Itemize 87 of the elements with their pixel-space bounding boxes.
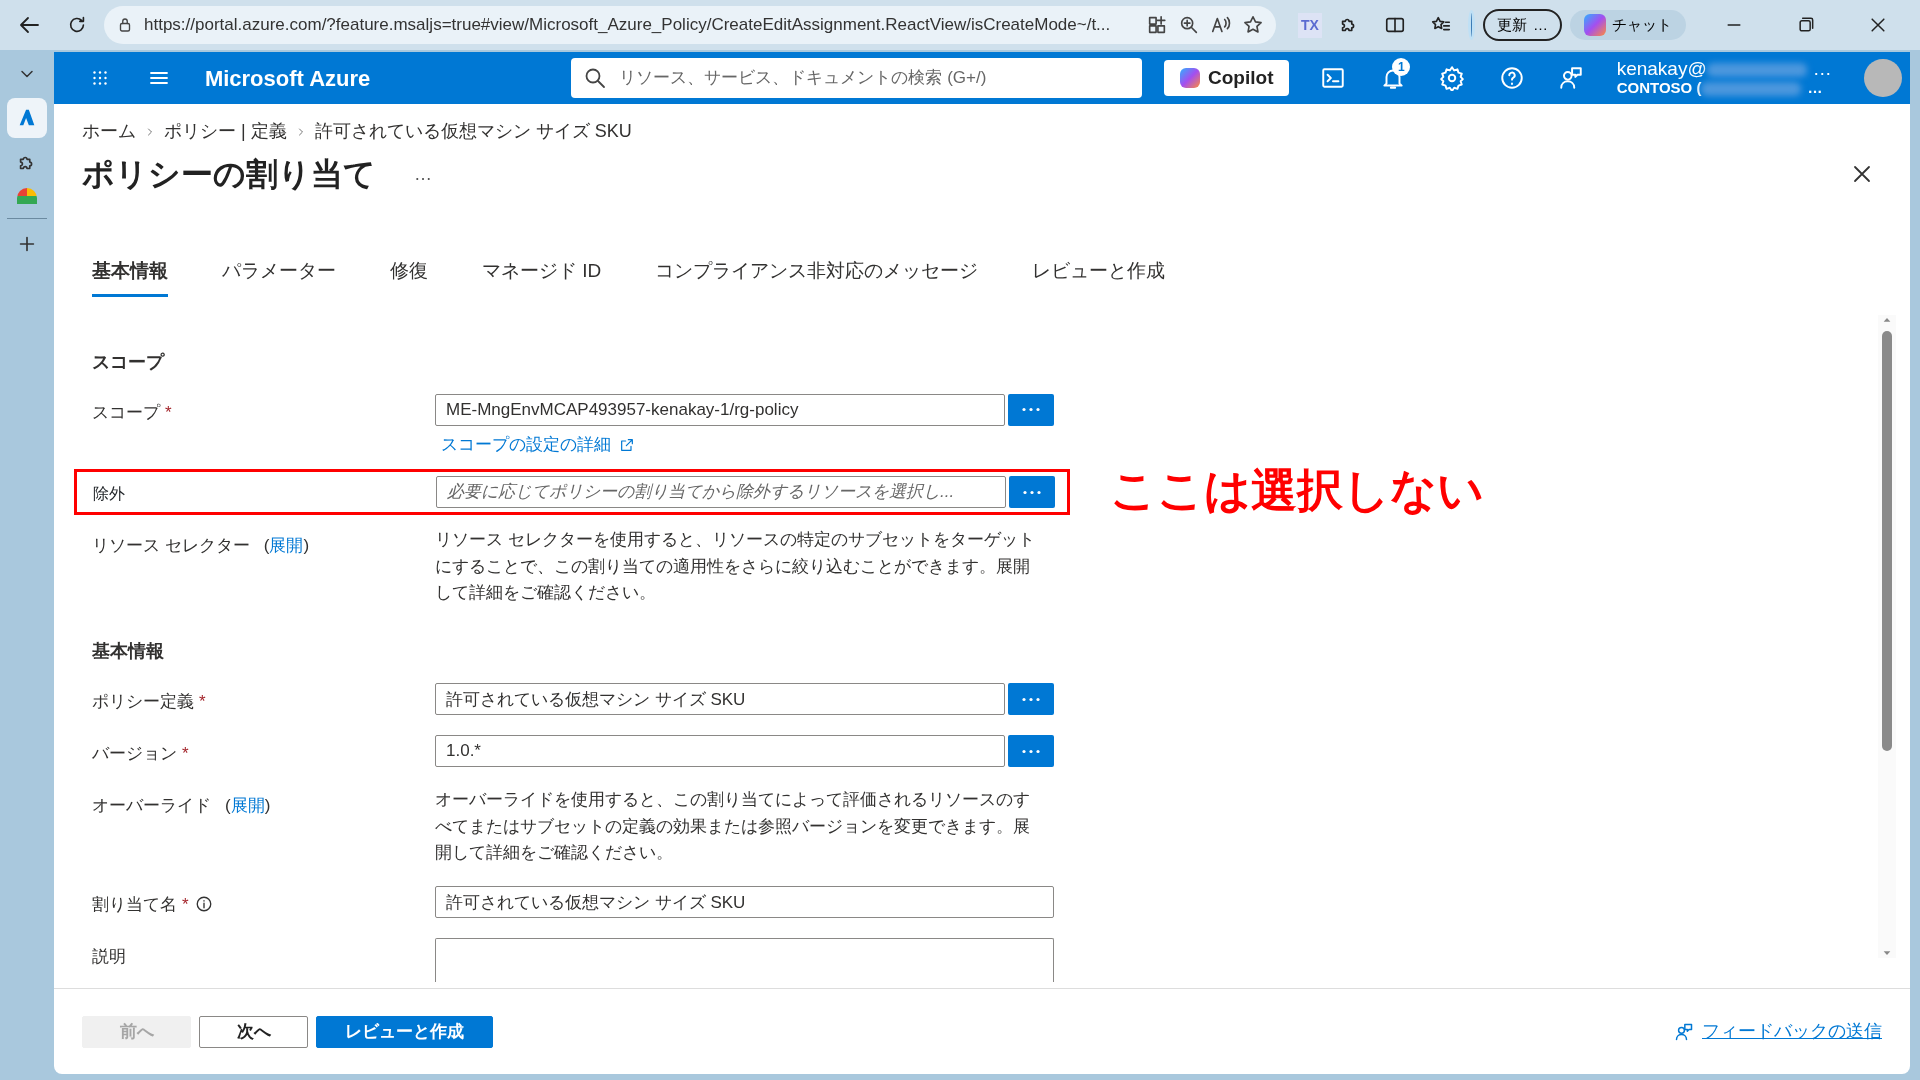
grid-add-icon[interactable] — [1146, 14, 1168, 36]
input-field[interactable]: ME-MngEnvMCAP493957-kenakay-1/rg-policy — [435, 393, 1005, 426]
paren: ( — [225, 796, 231, 816]
url-text: https://portal.azure.com/?feature.msaljs=true#view/Microsoft_Azure_Policy/CreateEditAssignment.ReactView/isCreateMode~/t... — [144, 14, 1112, 37]
star-icon[interactable] — [1242, 14, 1264, 36]
copilot-logo-icon — [1584, 14, 1606, 36]
tenant-name[interactable]: CONTOSO ( — [1616, 79, 1702, 97]
brand-title[interactable]: Microsoft Azure — [204, 61, 572, 95]
input-field[interactable]: 許可されている仮想マシン サイズ SKU — [435, 886, 1054, 919]
update-label: 更新 — [1497, 14, 1527, 35]
input-field[interactable]: 必要に応じてポリシーの割り当てから除外するリソースを選択し... — [436, 476, 1006, 509]
browse-button[interactable] — [1009, 476, 1055, 509]
notification-count: 1 — [1392, 58, 1411, 76]
scrollbar[interactable] — [1878, 314, 1896, 958]
more-icon — [1022, 748, 1040, 754]
input-field[interactable]: 許可されている仮想マシン サイズ SKU — [435, 683, 1005, 716]
zoom-icon[interactable] — [1178, 14, 1200, 36]
more-icon — [1022, 407, 1040, 413]
scroll-down-icon[interactable] — [1882, 948, 1892, 958]
tab[interactable]: 修復 — [390, 253, 428, 297]
input-field[interactable]: 1.0.* — [435, 735, 1005, 768]
feedback-link[interactable]: フィードバックの送信 — [1674, 1018, 1882, 1045]
field-label: オーバーライド — [92, 796, 211, 816]
paren: ( — [263, 536, 270, 556]
expand-link[interactable]: 展開 — [269, 536, 304, 556]
tab[interactable]: コンプライアンス非対応のメッセージ — [655, 253, 979, 297]
more-label[interactable]: … — [1807, 79, 1823, 97]
field-label: スコープ — [92, 402, 160, 422]
tab[interactable]: マネージド ID — [482, 253, 602, 297]
more-label: … — [1533, 14, 1548, 35]
page-title: ポリシーの割り当て — [82, 155, 376, 194]
browse-button[interactable] — [1008, 735, 1054, 768]
more-icon — [1023, 489, 1041, 495]
section-heading: スコープ — [92, 350, 166, 374]
more-button[interactable]: … — [406, 156, 440, 192]
copilot-button[interactable]: Copilot — [1164, 60, 1290, 96]
tab[interactable]: 基本情報 — [92, 253, 168, 297]
learn-more-link[interactable]: スコープの設定の詳細 — [441, 431, 611, 458]
required-mark: * — [182, 744, 189, 764]
help-icon — [1498, 65, 1525, 91]
feedback-icon — [1674, 1021, 1694, 1042]
tab[interactable]: パラメーター — [222, 253, 336, 297]
maximize-icon — [1796, 15, 1816, 35]
copilot-logo-icon — [1180, 68, 1201, 88]
external-link-icon[interactable] — [619, 437, 635, 454]
azure-app-button[interactable] — [7, 98, 47, 138]
account-name[interactable]: kenakay@ — [1616, 58, 1707, 80]
search-icon — [583, 66, 608, 90]
terminal-icon — [1320, 65, 1347, 91]
field-label: バージョン — [92, 744, 177, 764]
user-avatar[interactable] — [1864, 59, 1902, 97]
section-heading: 基本情報 — [92, 640, 165, 664]
expand-link[interactable]: 展開 — [230, 796, 265, 816]
footer-button[interactable]: 次へ — [199, 1015, 308, 1048]
description-text: オーバーライドを使用すると、この割り当てによって評価されるリソースのすべてまたはサブセットの定義の効果または参照バージョンを変更できます。展開して詳細をご確認ください。 — [435, 789, 1031, 865]
required-mark: * — [182, 895, 189, 915]
required-mark: * — [165, 402, 172, 422]
notifications-button[interactable]: 1 — [1362, 56, 1423, 100]
browse-button[interactable] — [1008, 683, 1054, 716]
tab[interactable]: レビューと作成 — [1032, 253, 1166, 297]
update-button[interactable]: 更新 … — [1483, 8, 1562, 42]
field-label: ポリシー定義 — [92, 692, 194, 712]
app-icon[interactable] — [17, 188, 37, 204]
feedback-icon — [1557, 65, 1584, 91]
search-field[interactable]: リソース、サービス、ドキュメントの検索 (G+/) — [571, 58, 1143, 98]
description-text: リソース セレクターを使用すると、リソースの特定のサブセットをターゲットにすることで、この割り当ての適用性をさらに絞り込むことができます。展開して詳細をご確認ください。 — [435, 529, 1035, 605]
paren: ) — [264, 796, 271, 816]
field-label: 除外 — [93, 485, 125, 503]
footer-button[interactable]: レビューと作成 — [316, 1015, 493, 1048]
browse-button[interactable] — [1008, 393, 1054, 426]
info-icon[interactable] — [194, 895, 213, 914]
extension-icon[interactable]: TX — [1298, 12, 1322, 38]
more-icon — [1022, 696, 1040, 702]
paren: ) — [303, 536, 310, 556]
required-mark: * — [199, 692, 206, 712]
settings-icon — [1439, 65, 1466, 91]
field-label: 割り当て名 — [92, 895, 177, 915]
more-label[interactable]: … — [1812, 58, 1832, 80]
address-bar[interactable]: https://portal.azure.com/?feature.msaljs=true#view/Microsoft_Azure_Policy/CreateEditAssignment.ReactView/isCreateMode~/t... — [104, 6, 1276, 44]
chat-button[interactable]: チャット — [1570, 9, 1686, 41]
field-label: リソース セレクター — [92, 536, 250, 556]
field-label: 説明 — [92, 947, 126, 967]
annotation-text: ここは選択しない — [1110, 467, 1484, 514]
breadcrumb-link[interactable]: ポリシー | 定義 — [164, 118, 287, 145]
breadcrumb-link[interactable]: ホーム — [82, 118, 136, 145]
breadcrumb-link[interactable]: 許可されている仮想マシン サイズ SKU — [314, 118, 632, 145]
description-field[interactable] — [435, 938, 1054, 983]
